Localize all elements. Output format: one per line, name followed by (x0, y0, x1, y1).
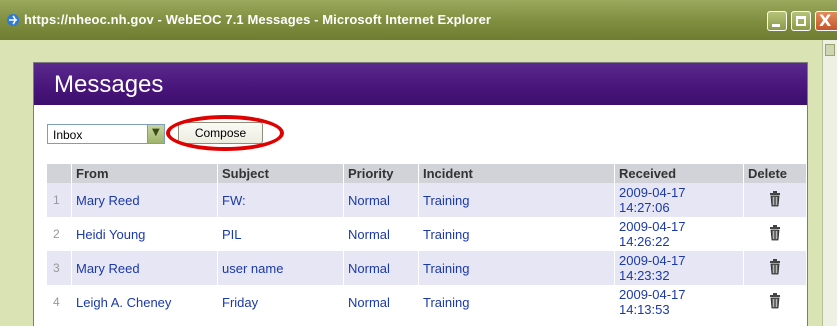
table-row[interactable]: 3 Mary Reed user name Normal Training 20… (47, 251, 807, 285)
received-time: 14:23:32 (619, 268, 670, 283)
delete-cell[interactable] (743, 217, 807, 251)
received-cell[interactable]: 2009-04-17 14:27:06 (614, 183, 744, 217)
incident-cell[interactable]: Training (418, 285, 615, 319)
delete-cell[interactable] (743, 183, 807, 217)
subject-header[interactable]: Subject (217, 164, 344, 183)
window-title-bar[interactable]: https://nheoc.nh.gov - WebEOC 7.1 Messag… (0, 0, 837, 40)
dropdown-button[interactable]: ▼ (147, 125, 164, 143)
index-header (47, 164, 72, 183)
received-date: 2009-04-17 (619, 185, 686, 200)
received-cell[interactable]: 2009-04-17 14:26:22 (614, 217, 744, 251)
vertical-scrollbar[interactable] (822, 40, 837, 326)
row-index: 2 (47, 217, 72, 251)
maximize-button[interactable] (791, 11, 811, 31)
received-date: 2009-04-17 (619, 219, 686, 234)
folder-select[interactable]: Inbox ▼ (47, 124, 165, 144)
folder-select-value: Inbox (53, 128, 83, 142)
priority-header[interactable]: Priority (343, 164, 419, 183)
delete-header: Delete (743, 164, 807, 183)
close-icon: X (819, 11, 832, 30)
compose-button[interactable]: Compose (178, 122, 263, 144)
received-time: 14:13:53 (619, 302, 670, 317)
from-cell[interactable]: Leigh A. Cheney (71, 285, 218, 319)
messages-panel: Messages Inbox ▼ Compose From Subject Pr… (33, 62, 808, 326)
trash-icon[interactable] (769, 190, 781, 207)
trash-icon[interactable] (769, 224, 781, 241)
received-date: 2009-04-17 (619, 287, 686, 302)
received-time: 14:26:22 (619, 234, 670, 249)
received-header[interactable]: Received (614, 164, 744, 183)
from-header[interactable]: From (71, 164, 218, 183)
messages-table: From Subject Priority Incident Received … (47, 164, 807, 319)
received-date: 2009-04-17 (619, 253, 686, 268)
received-cell[interactable]: 2009-04-17 14:13:53 (614, 285, 744, 319)
minimize-icon (772, 24, 780, 27)
maximize-icon (796, 16, 806, 26)
subject-cell[interactable]: FW: (217, 183, 344, 217)
table-row[interactable]: 1 Mary Reed FW: Normal Training 2009-04-… (47, 183, 807, 217)
table-row[interactable]: 2 Heidi Young PIL Normal Training 2009-0… (47, 217, 807, 251)
from-cell[interactable]: Mary Reed (71, 183, 218, 217)
page-title: Messages (54, 71, 164, 98)
row-index: 4 (47, 285, 72, 319)
received-cell[interactable]: 2009-04-17 14:23:32 (614, 251, 744, 285)
priority-cell[interactable]: Normal (343, 251, 419, 285)
subject-cell[interactable]: Friday (217, 285, 344, 319)
delete-cell[interactable] (743, 285, 807, 319)
priority-cell[interactable]: Normal (343, 183, 419, 217)
chevron-down-icon: ▼ (152, 127, 160, 138)
ie-icon (6, 12, 20, 26)
received-time: 14:27:06 (619, 200, 670, 215)
minimize-button[interactable] (767, 11, 787, 31)
priority-cell[interactable]: Normal (343, 285, 419, 319)
incident-cell[interactable]: Training (418, 251, 615, 285)
incident-header[interactable]: Incident (418, 164, 615, 183)
subject-cell[interactable]: user name (217, 251, 344, 285)
row-index: 3 (47, 251, 72, 285)
from-cell[interactable]: Heidi Young (71, 217, 218, 251)
incident-cell[interactable]: Training (418, 217, 615, 251)
from-cell[interactable]: Mary Reed (71, 251, 218, 285)
trash-icon[interactable] (769, 292, 781, 309)
delete-cell[interactable] (743, 251, 807, 285)
subject-cell[interactable]: PIL (217, 217, 344, 251)
row-index: 1 (47, 183, 72, 217)
scroll-up-arrow-icon[interactable] (825, 44, 835, 56)
table-row[interactable]: 4 Leigh A. Cheney Friday Normal Training… (47, 285, 807, 319)
priority-cell[interactable]: Normal (343, 217, 419, 251)
trash-icon[interactable] (769, 258, 781, 275)
window-title: https://nheoc.nh.gov - WebEOC 7.1 Messag… (24, 12, 492, 27)
panel-header: Messages (34, 63, 807, 105)
table-header-row: From Subject Priority Incident Received … (47, 164, 807, 183)
incident-cell[interactable]: Training (418, 183, 615, 217)
close-button[interactable]: X (815, 11, 837, 31)
